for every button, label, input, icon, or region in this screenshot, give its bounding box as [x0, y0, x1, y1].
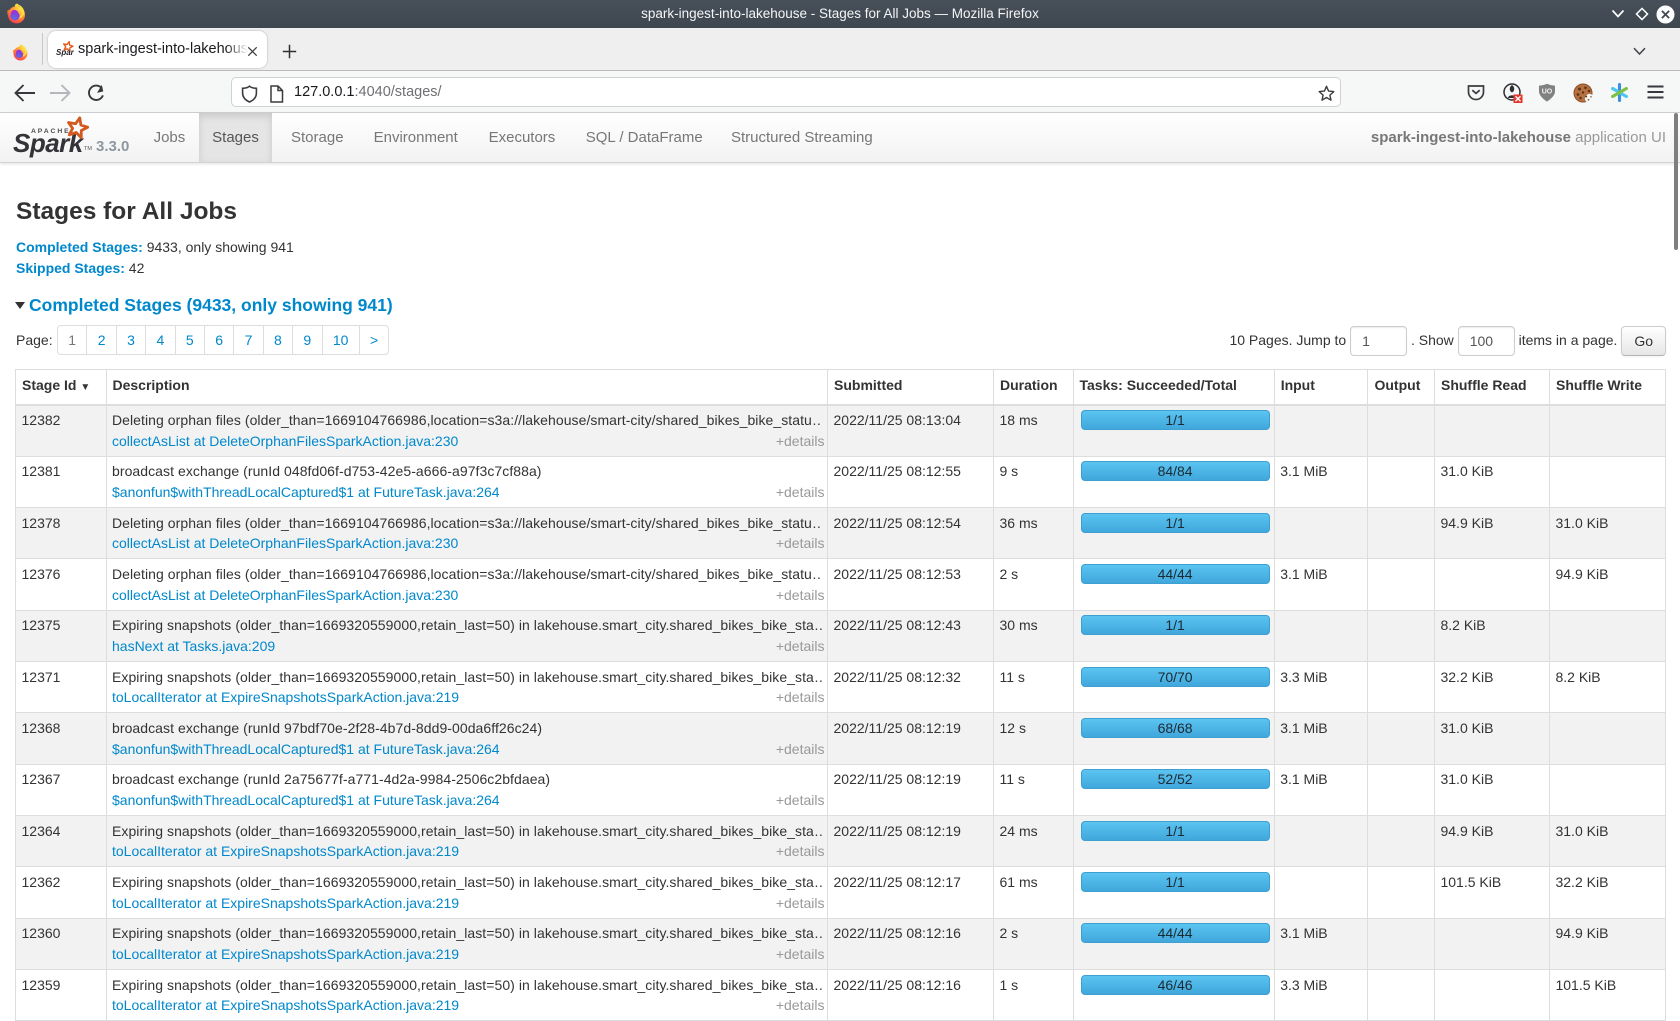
svg-text:UO: UO — [1542, 89, 1553, 96]
svg-text:Spark: Spark — [56, 48, 74, 57]
